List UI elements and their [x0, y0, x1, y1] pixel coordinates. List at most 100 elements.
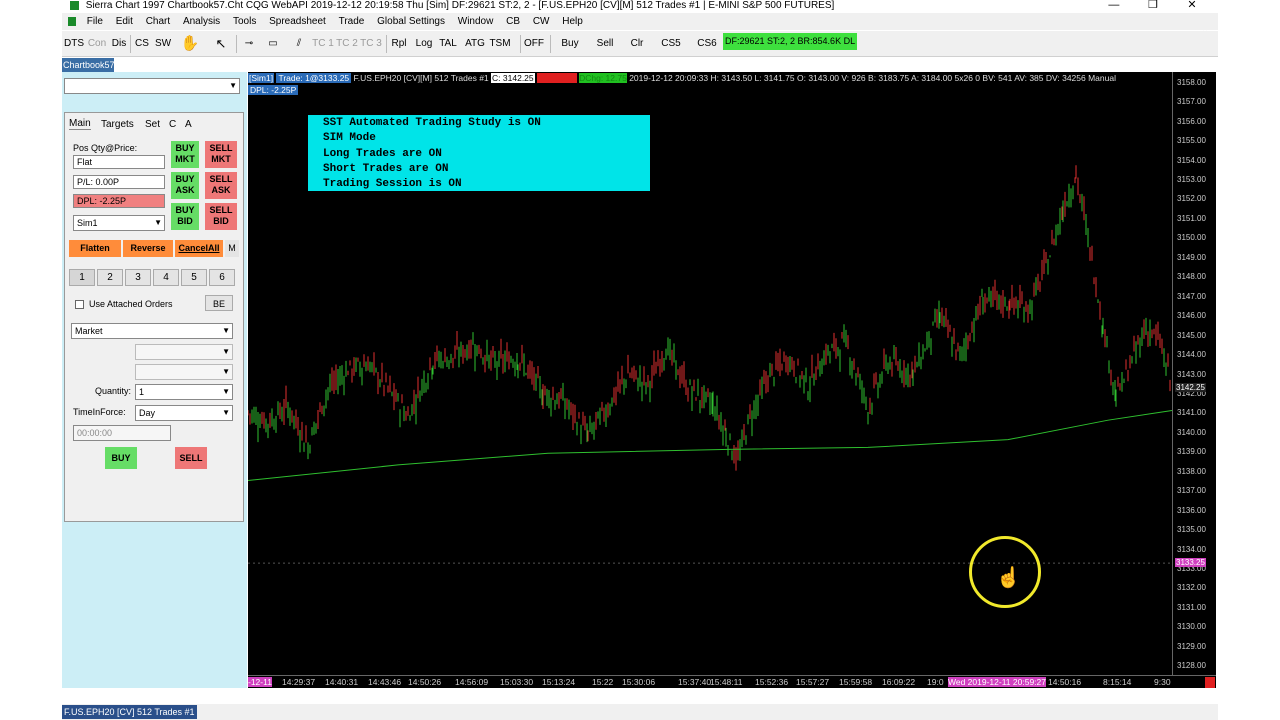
chart-dpl-label: DPL: -2.25P: [248, 85, 299, 95]
sell-button[interactable]: SELL: [175, 447, 207, 469]
chevron-down-icon: ▼: [222, 347, 230, 356]
menu-help[interactable]: Help: [557, 13, 588, 30]
maximize-icon[interactable]: ❐: [1135, 0, 1171, 11]
quantity-3-button[interactable]: 3: [125, 269, 151, 286]
cancel-all-button[interactable]: CancelAll: [175, 240, 223, 257]
tab-c[interactable]: C: [169, 119, 176, 130]
price-field-1[interactable]: ▼: [135, 344, 233, 360]
status-chart-item[interactable]: F.US.EPH20 [CV] 512 Trades #1: [62, 705, 197, 719]
price-axis-label: 3151.00: [1177, 213, 1206, 223]
price-axis-label: 3130.00: [1177, 622, 1206, 632]
tab-chartbook[interactable]: Chartbook57: [62, 58, 115, 72]
quantity-input[interactable]: 1 ▼: [135, 384, 233, 400]
cs5-button[interactable]: CS5: [660, 34, 682, 54]
fib-tool-icon[interactable]: ⫽: [288, 34, 310, 54]
log-button[interactable]: Log: [414, 34, 434, 54]
sell-mkt-button[interactable]: SELL MKT: [205, 141, 237, 168]
close-icon[interactable]: ✕: [1174, 0, 1210, 11]
attached-orders-checkbox[interactable]: [75, 300, 84, 309]
menu-tools[interactable]: Tools: [228, 13, 261, 30]
quantity-4-button[interactable]: 4: [153, 269, 179, 286]
menu-chart[interactable]: Chart: [141, 13, 175, 30]
tab-a[interactable]: A: [185, 119, 192, 130]
quantity-5-button[interactable]: 5: [181, 269, 207, 286]
rectangle-tool-icon[interactable]: ▭: [262, 34, 284, 54]
account-select[interactable]: Sim1 ▼: [73, 215, 165, 231]
tab-targets[interactable]: Targets: [101, 119, 134, 130]
chart-info-dchg: DChg: 12.75: [579, 73, 627, 83]
be-button[interactable]: BE: [205, 295, 233, 311]
pointer-tool-icon[interactable]: ↖: [212, 34, 230, 54]
menu-edit[interactable]: Edit: [111, 13, 138, 30]
dis-button[interactable]: Dis: [110, 34, 128, 54]
time-axis-label: 15:22: [592, 677, 614, 687]
tif-select[interactable]: Day ▼: [135, 405, 233, 421]
menu-analysis[interactable]: Analysis: [178, 13, 225, 30]
chevron-down-icon: ▼: [222, 408, 230, 417]
sst-line: SST Automated Trading Study is ON: [323, 117, 541, 129]
order-type-select[interactable]: Market ▼: [71, 323, 233, 339]
menu-spreadsheet[interactable]: Spreadsheet: [264, 13, 331, 30]
menu-trade[interactable]: Trade: [334, 13, 370, 30]
atg-button[interactable]: ATG: [464, 34, 486, 54]
price-axis-label: 3135.00: [1177, 525, 1206, 535]
time-axis-label: 8:15:14: [1103, 677, 1132, 687]
hand-tool-icon[interactable]: ✋: [178, 34, 202, 54]
toolbar: DTS Con Dis CS SW ✋ ↖ ⊸ ▭ ⫽ TC 1 TC 2 TC…: [62, 31, 1218, 57]
tc3-button[interactable]: TC 3: [360, 34, 382, 54]
chevron-down-icon: ▼: [222, 326, 230, 335]
chart-info-line: [Sim1] Trade: 1@3133.25 F.US.EPH20 [CV][…: [248, 73, 1173, 84]
tc1-button[interactable]: TC 1: [312, 34, 334, 54]
dts-button[interactable]: DTS: [64, 34, 84, 54]
menu-cw[interactable]: CW: [528, 13, 555, 30]
menu-file[interactable]: File: [82, 13, 108, 30]
tab-main[interactable]: Main: [69, 118, 91, 130]
price-field-2[interactable]: ▼: [135, 364, 233, 380]
tsm-button[interactable]: TSM: [488, 34, 512, 54]
tab-set[interactable]: Set: [145, 119, 160, 130]
quantity-6-button[interactable]: 6: [209, 269, 235, 286]
tal-button[interactable]: TAL: [438, 34, 458, 54]
desktop-right: [1218, 0, 1280, 720]
time-field[interactable]: 00:00:00: [73, 425, 171, 441]
price-axis[interactable]: 3158.00 3157.00 3156.00 3155.00 3154.00 3153.…: [1172, 72, 1216, 682]
line-tool-icon[interactable]: ⊸: [240, 34, 258, 54]
menu-window[interactable]: Window: [453, 13, 499, 30]
cs6-button[interactable]: CS6: [696, 34, 718, 54]
clr-button[interactable]: Clr: [628, 34, 646, 54]
quantity-2-button[interactable]: 2: [97, 269, 123, 286]
quantity-value: 1: [139, 387, 145, 397]
buy-button[interactable]: BUY: [105, 447, 137, 469]
cs-button[interactable]: CS: [134, 34, 150, 54]
sst-line: Long Trades are ON: [323, 147, 442, 160]
sw-button[interactable]: SW: [153, 34, 173, 54]
quantity-1-button[interactable]: 1: [69, 269, 95, 286]
chart-info-sim: [Sim1]: [248, 73, 275, 83]
flatten-button[interactable]: Flatten: [69, 240, 121, 257]
buy-mkt-button[interactable]: BUY MKT: [171, 141, 199, 168]
sell-bid-button[interactable]: SELL BID: [205, 203, 237, 230]
menu-cb[interactable]: CB: [501, 13, 525, 30]
m-button[interactable]: M: [225, 240, 239, 257]
time-axis-label: -12-11: [248, 677, 272, 687]
tc2-button[interactable]: TC 2: [336, 34, 358, 54]
reverse-button[interactable]: Reverse: [123, 240, 173, 257]
trade-account-select[interactable]: ▼: [64, 78, 240, 94]
rpl-button[interactable]: Rpl: [390, 34, 408, 54]
buy-ask-button[interactable]: BUY ASK: [171, 172, 199, 199]
sell-toolbar-button[interactable]: Sell: [594, 34, 616, 54]
off-button[interactable]: OFF: [524, 34, 544, 54]
con-button[interactable]: Con: [86, 34, 108, 54]
minimize-icon[interactable]: —: [1096, 0, 1132, 11]
time-axis[interactable]: -12-11 14:29:37 14:40:31 14:43:46 14:50:26 14…: [248, 675, 1216, 688]
price-chart[interactable]: [Sim1] Trade: 1@3133.25 F.US.EPH20 [CV][…: [248, 72, 1216, 688]
menu-global-settings[interactable]: Global Settings: [372, 13, 450, 30]
scroll-right-icon[interactable]: [1205, 677, 1215, 688]
buy-bid-button[interactable]: BUY BID: [171, 203, 199, 230]
buy-toolbar-button[interactable]: Buy: [558, 34, 582, 54]
price-axis-label: 3158.00: [1177, 77, 1206, 87]
pos-qty-label: Pos Qty@Price:: [73, 143, 138, 153]
time-axis-label: 15:59:58: [839, 677, 873, 687]
trade-price-marker: 3133.25: [1175, 558, 1206, 568]
sell-ask-button[interactable]: SELL ASK: [205, 172, 237, 199]
